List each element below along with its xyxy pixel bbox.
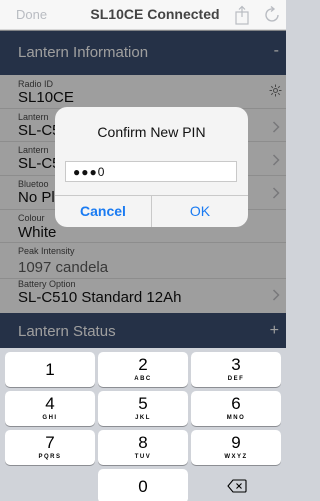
key-letters: TUV — [134, 454, 152, 460]
key-letters: MNO — [226, 415, 246, 421]
key-digit: 5 — [138, 394, 148, 413]
key-digit: 6 — [231, 394, 241, 413]
key-digit: 1 — [45, 360, 55, 379]
key-digit: 8 — [138, 433, 148, 452]
key-blank — [5, 469, 95, 501]
confirm-pin-dialog: Confirm New PIN ●●●0 Cancel OK — [55, 107, 248, 227]
key-digit: 4 — [45, 394, 55, 413]
backspace-key[interactable] — [191, 469, 281, 501]
key-letters: DEF — [227, 376, 245, 382]
key-digit: 3 — [231, 355, 241, 374]
done-button[interactable]: Done — [16, 7, 47, 22]
refresh-icon[interactable] — [264, 5, 282, 25]
key-1[interactable]: 1 — [5, 352, 95, 387]
pin-input[interactable]: ●●●0 — [65, 161, 237, 182]
backspace-icon — [227, 479, 247, 493]
key-letters: PQRS — [38, 454, 62, 460]
key-letters: WXYZ — [224, 454, 248, 460]
key-digit: 7 — [45, 433, 55, 452]
cancel-button[interactable]: Cancel — [55, 196, 151, 227]
key-6[interactable]: 6 MNO — [191, 391, 281, 426]
ok-button[interactable]: OK — [152, 196, 248, 227]
key-5[interactable]: 5 JKL — [98, 391, 188, 426]
key-letters: ABC — [134, 376, 152, 382]
share-icon[interactable] — [234, 5, 250, 25]
numeric-keypad: 1 2 ABC 3 DEF 4 GHI 5 JKL 6 MNO 7 PQRS 8… — [0, 348, 286, 501]
key-digit: 0 — [138, 477, 148, 496]
page-title: SL10CE Connected — [90, 6, 220, 22]
key-7[interactable]: 7 PQRS — [5, 430, 95, 465]
key-0[interactable]: 0 — [98, 469, 188, 501]
key-letters: JKL — [135, 415, 151, 421]
dialog-title: Confirm New PIN — [97, 124, 206, 140]
key-8[interactable]: 8 TUV — [98, 430, 188, 465]
key-letters: GHI — [42, 415, 58, 421]
key-3[interactable]: 3 DEF — [191, 352, 281, 387]
key-9[interactable]: 9 WXYZ — [191, 430, 281, 465]
navigation-bar: Done SL10CE Connected — [0, 0, 286, 30]
key-2[interactable]: 2 ABC — [98, 352, 188, 387]
key-4[interactable]: 4 GHI — [5, 391, 95, 426]
key-digit: 9 — [231, 433, 241, 452]
key-digit: 2 — [138, 355, 148, 374]
